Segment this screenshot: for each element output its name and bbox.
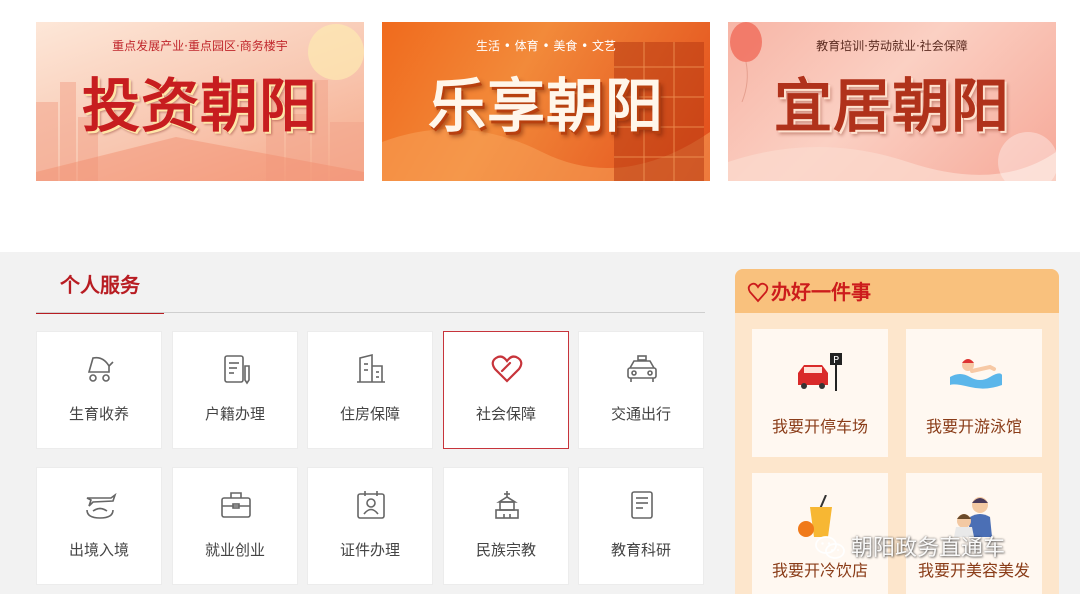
banner-invest[interactable]: 重点发展产业·重点园区·商务楼宇 投资朝阳 (36, 22, 364, 181)
banner-title: 宜居朝阳 (773, 72, 1010, 140)
service-tile-housing[interactable]: 住房保障 (307, 331, 433, 449)
heart-outline-icon (747, 282, 769, 303)
banner-subtitle: 重点发展产业·重点园区·商务楼宇 (112, 39, 288, 53)
card-label: 我要开停车场 (771, 417, 868, 436)
card-label: 我要开游泳馆 (925, 417, 1022, 436)
banner-subtitle: 生活 • 体育 • 美食 • 文艺 (475, 39, 617, 53)
service-label: 住房保障 (339, 405, 400, 423)
heart-icon (491, 355, 523, 383)
service-label: 证件办理 (339, 541, 400, 559)
airplane-globe-icon (86, 492, 117, 519)
document-pen-icon (224, 355, 250, 385)
service-tile-social-security[interactable]: 社会保障 (443, 331, 569, 449)
service-tile-entry-exit[interactable]: 出境入境 (36, 467, 162, 585)
personal-services-tab[interactable]: 个人服务 (36, 270, 164, 314)
one-thing-card-swimming[interactable]: 我要开游泳馆 (906, 329, 1042, 457)
one-thing-card-parking[interactable]: P 我要开停车场 (752, 329, 888, 457)
service-label: 生育收养 (68, 405, 129, 423)
service-label: 交通出行 (610, 405, 671, 423)
banner-title: 投资朝阳 (81, 72, 318, 140)
service-tile-household[interactable]: 户籍办理 (172, 331, 298, 449)
service-tile-ethnic-religion[interactable]: 民族宗教 (443, 467, 569, 585)
panel-title-text: 办好一件事 (771, 280, 871, 304)
briefcase-icon (221, 492, 251, 518)
service-label: 社会保障 (475, 405, 536, 423)
service-label: 出境入境 (68, 541, 129, 559)
watermark: 朝阳政务直通车 (815, 530, 1005, 562)
panel-title: 办好一件事 (747, 279, 871, 305)
service-label: 民族宗教 (475, 541, 536, 559)
book-icon (631, 491, 653, 519)
car-icon (627, 355, 657, 382)
svg-text:P: P (833, 355, 839, 366)
banner-livable[interactable]: 教育培训·劳动就业·社会保障 宜居朝阳 (728, 22, 1056, 181)
service-label: 教育科研 (610, 541, 671, 559)
banner-title: 乐享朝阳 (427, 72, 664, 140)
service-tile-education[interactable]: 教育科研 (578, 467, 704, 585)
wechat-icon (815, 536, 845, 559)
building-icon (357, 353, 385, 383)
banner-enjoy[interactable]: 生活 • 体育 • 美食 • 文艺 乐享朝阳 (382, 22, 710, 181)
service-tile-employment[interactable]: 就业创业 (172, 467, 298, 585)
service-tile-certificates[interactable]: 证件办理 (307, 467, 433, 585)
watermark-text: 朝阳政务直通车 (851, 536, 1006, 561)
service-label: 户籍办理 (204, 405, 265, 423)
swimmer-icon (950, 359, 1002, 389)
id-card-icon (357, 491, 385, 519)
service-tile-transport[interactable]: 交通出行 (578, 331, 704, 449)
banner-subtitle: 教育培训·劳动就业·社会保障 (816, 39, 968, 53)
temple-icon (495, 491, 519, 519)
divider (36, 312, 705, 313)
stroller-icon (87, 356, 114, 382)
parking-car-icon: P (798, 353, 842, 391)
banner-strip: 重点发展产业·重点园区·商务楼宇 投资朝阳 生活 • 体育 • 美食 • 文艺 … (0, 0, 1080, 252)
service-label: 就业创业 (204, 541, 265, 559)
service-tile-birth-adoption[interactable]: 生育收养 (36, 331, 162, 449)
